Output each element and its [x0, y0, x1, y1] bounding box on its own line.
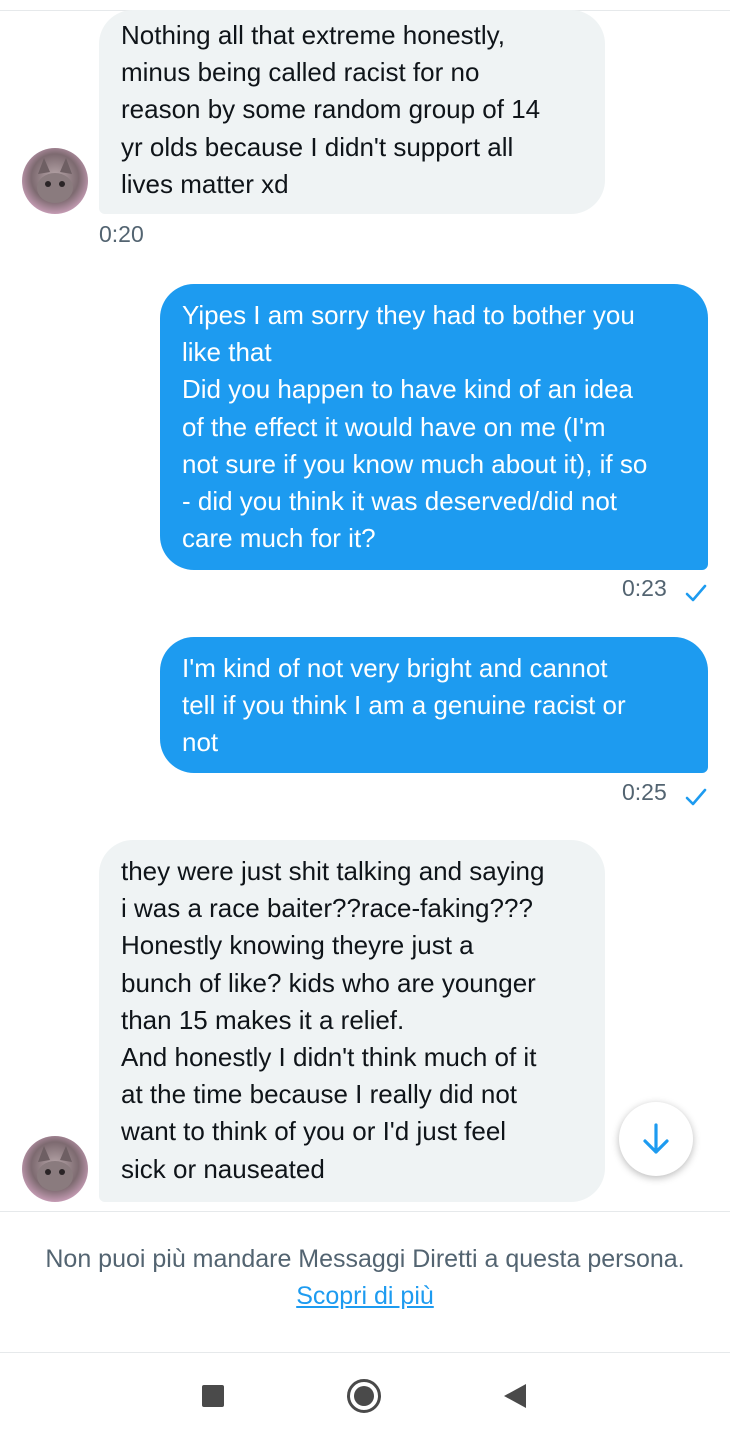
- checkmark-icon: [685, 584, 707, 602]
- square-recents-icon: [202, 1385, 224, 1407]
- learn-more-link[interactable]: Scopri di più: [296, 1282, 434, 1310]
- footer-divider: [0, 1211, 730, 1212]
- circle-home-icon: [347, 1379, 381, 1413]
- message-bubble-incoming[interactable]: they were just shit talking and saying i…: [99, 840, 605, 1202]
- arrow-down-icon: [643, 1123, 669, 1154]
- scroll-to-bottom-button[interactable]: [619, 1102, 693, 1176]
- triangle-back-icon: [504, 1384, 526, 1408]
- message-bubble-outgoing[interactable]: I'm kind of not very bright and cannot t…: [160, 637, 708, 773]
- home-button[interactable]: [339, 1371, 389, 1421]
- dm-disabled-notice: Non puoi più mandare Messaggi Diretti a …: [45, 1245, 685, 1273]
- avatar[interactable]: [22, 148, 88, 214]
- message-timestamp: 0:25: [622, 779, 667, 805]
- message-bubble-outgoing[interactable]: Yipes I am sorry they had to bother you …: [160, 284, 708, 570]
- recents-button[interactable]: [188, 1371, 238, 1421]
- avatar[interactable]: [22, 1136, 88, 1202]
- message-bubble-incoming[interactable]: Nothing all that extreme honestly, minus…: [99, 10, 605, 214]
- learn-more-container: Scopri di più: [0, 1282, 730, 1311]
- system-navigation-bar: [0, 1353, 730, 1440]
- message-timestamp: 0:20: [99, 221, 144, 247]
- message-timestamp: 0:23: [622, 575, 667, 601]
- checkmark-icon: [685, 788, 707, 806]
- back-button[interactable]: [490, 1371, 540, 1421]
